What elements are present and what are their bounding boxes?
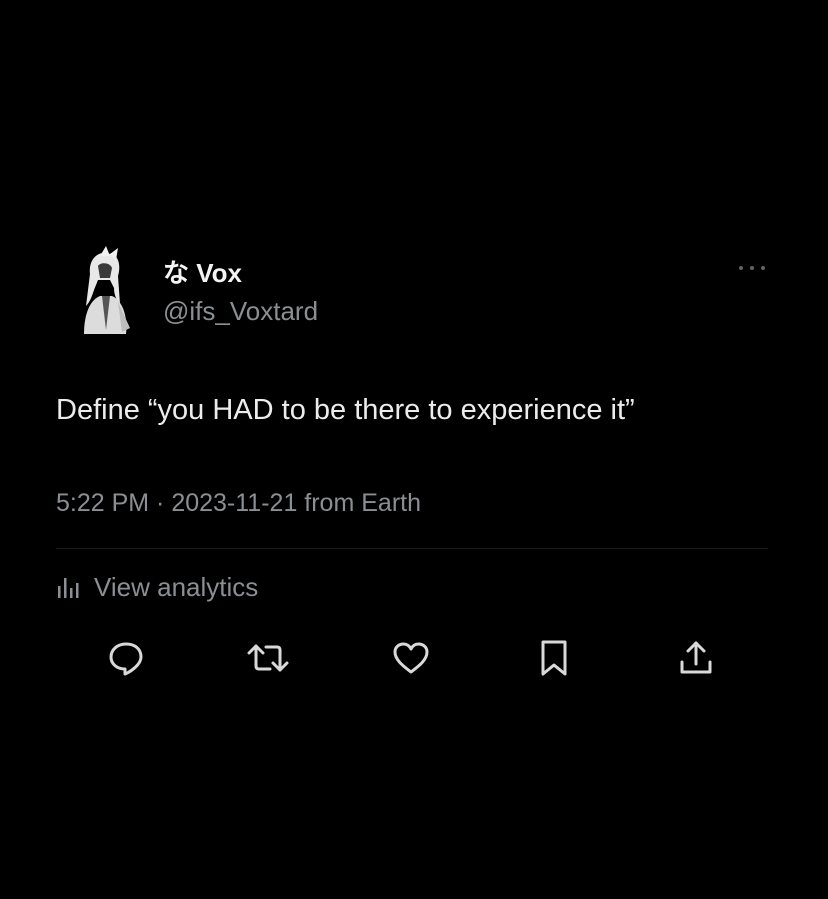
- avatar[interactable]: [70, 244, 136, 338]
- user-names: な Vox @ifs_Voxtard: [163, 258, 318, 326]
- share-upload-icon: [680, 641, 712, 674]
- avatar-image: [70, 244, 136, 338]
- user-handle[interactable]: @ifs_Voxtard: [163, 296, 318, 326]
- tweet-text: Define “you HAD to be there to experienc…: [56, 394, 635, 426]
- more-horizontal-icon: [739, 266, 765, 270]
- bookmark-icon: [541, 640, 567, 676]
- retweet-icon: [247, 644, 289, 672]
- display-name[interactable]: な Vox: [163, 258, 318, 288]
- speech-bubble-icon: [109, 642, 143, 676]
- bar-chart-icon: [58, 578, 79, 598]
- tweet-timestamp[interactable]: 5:22 PM · 2023-11-21 from Earth: [56, 488, 421, 518]
- share-button[interactable]: [674, 636, 718, 680]
- view-analytics-link[interactable]: View analytics: [56, 570, 258, 604]
- retweet-button[interactable]: [246, 636, 290, 680]
- tweet: な Vox @ifs_Voxtard Define “you HAD to be…: [56, 240, 768, 676]
- more-options-button[interactable]: [736, 260, 768, 276]
- like-button[interactable]: [389, 636, 433, 680]
- view-analytics-label: View analytics: [94, 571, 259, 602]
- tweet-header: な Vox @ifs_Voxtard: [56, 240, 768, 340]
- tweet-actions: [96, 636, 736, 680]
- heart-icon: [393, 642, 429, 674]
- bookmark-button[interactable]: [532, 636, 576, 680]
- reply-button[interactable]: [104, 636, 148, 680]
- divider: [56, 548, 768, 549]
